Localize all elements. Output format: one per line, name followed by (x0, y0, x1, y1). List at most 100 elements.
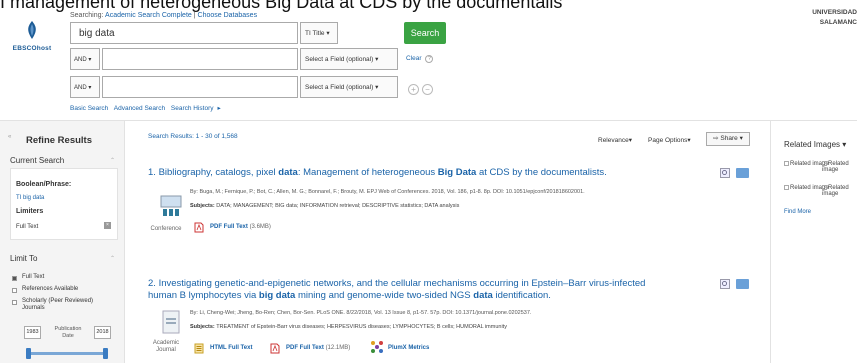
relevance-label: Relevance (598, 137, 629, 144)
date-slider-handle-min[interactable] (26, 348, 31, 359)
query-term-link[interactable]: TI big data (16, 195, 44, 201)
add-row-icon[interactable]: + (408, 84, 419, 95)
collapse-left-icon[interactable]: « (8, 134, 11, 140)
clear-label: Clear (406, 55, 422, 62)
references-checkbox[interactable] (12, 288, 17, 293)
add-to-folder-icon[interactable] (736, 279, 749, 289)
search-input[interactable]: big data (70, 22, 298, 44)
subjects-label: Subjects: (190, 324, 215, 330)
search-history-link[interactable]: Search History ▸ (171, 105, 225, 112)
search-input-3[interactable] (102, 76, 298, 98)
chevron-down-icon: ▾ (88, 85, 92, 91)
page-options-label: Page Options (648, 137, 688, 144)
basic-search-link[interactable]: Basic Search (70, 105, 108, 112)
title-part: identification. (492, 290, 551, 301)
page-options[interactable]: Page Options▾ (648, 136, 691, 144)
add-to-folder-icon[interactable] (736, 168, 749, 178)
title-part: : Management of heterogeneous (297, 167, 438, 178)
pdf-label: PDF Full Text (286, 345, 324, 351)
preview-magnifier-icon[interactable] (720, 168, 730, 178)
pdf-icon (194, 222, 204, 233)
chevron-up-icon[interactable]: ⌃ (110, 157, 115, 164)
related-image[interactable]: Related image (822, 185, 857, 197)
boolean-select-2[interactable]: AND ▾ (70, 76, 100, 98)
refine-results-heading: Refine Results (26, 135, 92, 146)
search-history-label: Search History (170, 105, 214, 112)
title-part: Investigating genetic-and-epigenetic net… (158, 278, 646, 289)
boolean-select-1[interactable]: AND ▾ (70, 48, 100, 70)
year-to-input[interactable]: 2018 (94, 326, 111, 339)
full-text-option[interactable]: Full Text (22, 274, 44, 280)
remove-row-icon[interactable]: − (422, 84, 433, 95)
result-subjects-2: Subjects: TREATMENT of Epstein-Barr viru… (190, 324, 507, 330)
result-meta-2: By: Li, Cheng-Wei; Jheng, Bo-Ren; Chen, … (190, 310, 532, 316)
chevron-down-icon: ▾ (687, 137, 691, 144)
result-title-1[interactable]: 1. Bibliography, catalogs, pixel data: M… (148, 167, 708, 179)
clear-link[interactable]: Clear ? (406, 55, 434, 63)
subjects-text: TREATMENT of Epstein-Barr virus diseases… (214, 324, 507, 330)
related-image[interactable]: Related image (822, 161, 857, 173)
pdf-full-text-link-1[interactable]: PDF Full Text (3.6MB) (210, 224, 271, 230)
boolean-select-2-value: AND (74, 85, 87, 91)
pdf-label: PDF Full Text (210, 224, 248, 230)
scholarly-checkbox[interactable] (12, 300, 17, 305)
academic-journal-icon (162, 310, 180, 334)
result-title-2[interactable]: 2. Investigating genetic-and-epigenetic … (148, 278, 708, 302)
publication-date-label: Publication Date (54, 326, 82, 339)
result-type-1: Conference (150, 226, 182, 232)
current-search-heading[interactable]: Current Search (10, 156, 64, 165)
top-banner: I management of heterogeneous Big Data a… (0, 0, 857, 12)
conference-icon (160, 195, 182, 216)
date-slider-handle-max[interactable] (103, 348, 108, 359)
limiters-label: Limiters (16, 208, 44, 215)
field-select-2[interactable]: Select a Field (optional) ▾ (300, 48, 398, 70)
related-images-heading[interactable]: Related Images ▾ (784, 140, 846, 149)
pdf-icon (270, 343, 280, 354)
plumx-metrics-link[interactable]: PlumX Metrics (388, 345, 429, 351)
choose-databases-link[interactable]: Choose Databases (198, 12, 258, 19)
date-slider-track[interactable] (28, 352, 106, 355)
search-links: Basic Search Advanced Search Search Hist… (70, 104, 229, 112)
year-from-input[interactable]: 1983 (24, 326, 41, 339)
subjects-label: Subjects: (190, 203, 215, 209)
chevron-up-icon[interactable]: ⌃ (110, 255, 115, 262)
title-part: human B lymphocytes via (148, 290, 259, 301)
chevron-down-icon: ▾ (326, 30, 330, 37)
html-full-text-link[interactable]: HTML Full Text (210, 345, 252, 351)
boolean-select-1-value: AND (74, 57, 87, 63)
search-input-2[interactable] (102, 48, 298, 70)
full-text-checkbox[interactable] (12, 276, 17, 281)
help-icon[interactable]: ? (425, 55, 434, 63)
search-button[interactable]: Search (404, 22, 446, 44)
relevance-sort[interactable]: Relevance▾ (598, 136, 632, 144)
boolean-phrase-label: Boolean/Phrase: (16, 181, 72, 188)
chevron-down-icon: ▾ (840, 140, 847, 149)
title-part: mining and genome-wide two-sided NGS (295, 290, 474, 301)
title-highlight: Big Data (437, 167, 477, 178)
subjects-text: DATA; MANAGEMENT; BIG data; INFORMATION … (214, 203, 460, 209)
limit-to-heading[interactable]: Limit To (10, 254, 37, 263)
broken-image-icon (784, 185, 789, 190)
advanced-search-link[interactable]: Advanced Search (114, 105, 165, 112)
divider (0, 120, 857, 121)
find-more-link[interactable]: Find More (784, 209, 811, 215)
pdf-full-text-link-2[interactable]: PDF Full Text (12.1MB) (286, 345, 350, 351)
title-part: Bibliography, catalogs, pixel (158, 167, 279, 178)
share-button[interactable]: ⇨ Share ▾ (706, 132, 750, 146)
field-select-3[interactable]: Select a Field (optional) ▾ (300, 76, 398, 98)
field-select-2-value: Select a Field (optional) (305, 56, 374, 63)
field-select-1[interactable]: TI Title ▾ (300, 22, 338, 44)
result-number: 2. (148, 278, 156, 289)
broken-image-icon (822, 185, 827, 190)
remove-limiter-icon[interactable]: × (104, 222, 111, 229)
pdf-size: (12.1MB) (325, 345, 351, 351)
scholarly-option[interactable]: Scholarly (Peer Reviewed) Journals (22, 298, 117, 312)
references-option[interactable]: References Available (22, 286, 78, 292)
institution-line-1: UNIVERSIDAD (812, 9, 857, 16)
preview-magnifier-icon[interactable] (720, 279, 730, 289)
database-link[interactable]: Academic Search Complete (105, 12, 192, 19)
ebsco-logo[interactable]: EBSCOhost (6, 20, 58, 52)
plumx-icon (371, 341, 383, 353)
broken-image-icon (784, 161, 789, 166)
pdf-size: (3.6MB) (249, 224, 271, 230)
